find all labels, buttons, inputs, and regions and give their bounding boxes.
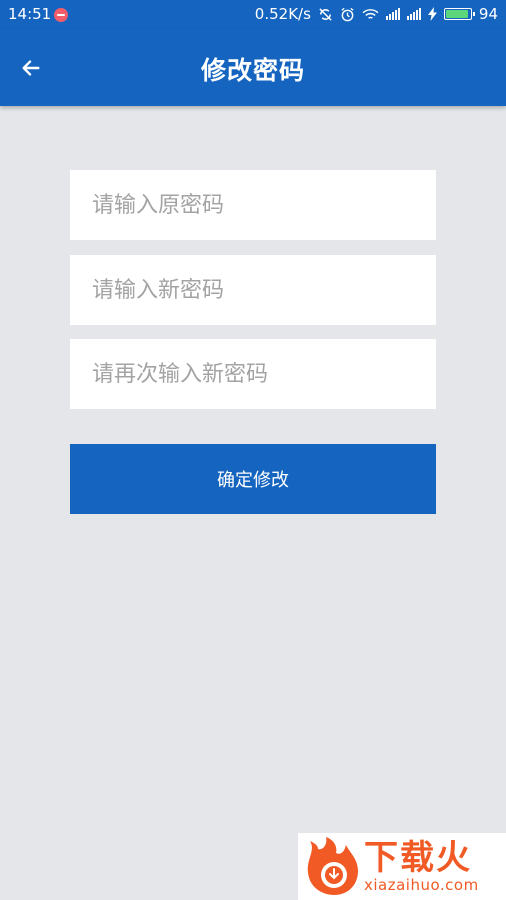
network-speed: 0.52K/s [254, 5, 311, 23]
battery-level: 94 [478, 5, 498, 23]
charging-icon [427, 7, 437, 21]
new-password-input[interactable] [92, 255, 414, 325]
battery-icon [443, 8, 475, 20]
sync-off-icon [319, 7, 332, 21]
alarm-icon [341, 7, 354, 21]
watermark-text: 下载火 xiazaihuo.com [364, 841, 479, 893]
signal-icon [406, 8, 421, 20]
wifi-icon [362, 8, 379, 19]
confirm-change-button[interactable]: 确定修改 [70, 444, 436, 514]
status-right-group: 0.52K/s 94 [255, 5, 498, 23]
watermark-brand-en: xiazaihuo.com [364, 875, 479, 894]
watermark-logo: 下载火 xiazaihuo.com [298, 833, 506, 900]
confirm-password-field [70, 339, 436, 409]
old-password-field [70, 170, 436, 240]
signal-icon [385, 8, 400, 20]
new-password-field [70, 255, 436, 325]
app-bar: 修改密码 [0, 29, 506, 106]
notification-icon [54, 8, 68, 22]
watermark-brand-cn: 下载火 [364, 837, 472, 878]
page-title: 修改密码 [200, 56, 305, 85]
old-password-input[interactable] [92, 170, 414, 240]
status-time: 14:51 [8, 5, 52, 23]
status-bar: 14:51 0.52K/s 94 [0, 0, 506, 29]
confirm-password-input[interactable] [92, 339, 414, 409]
flame-logo-icon [307, 836, 358, 895]
